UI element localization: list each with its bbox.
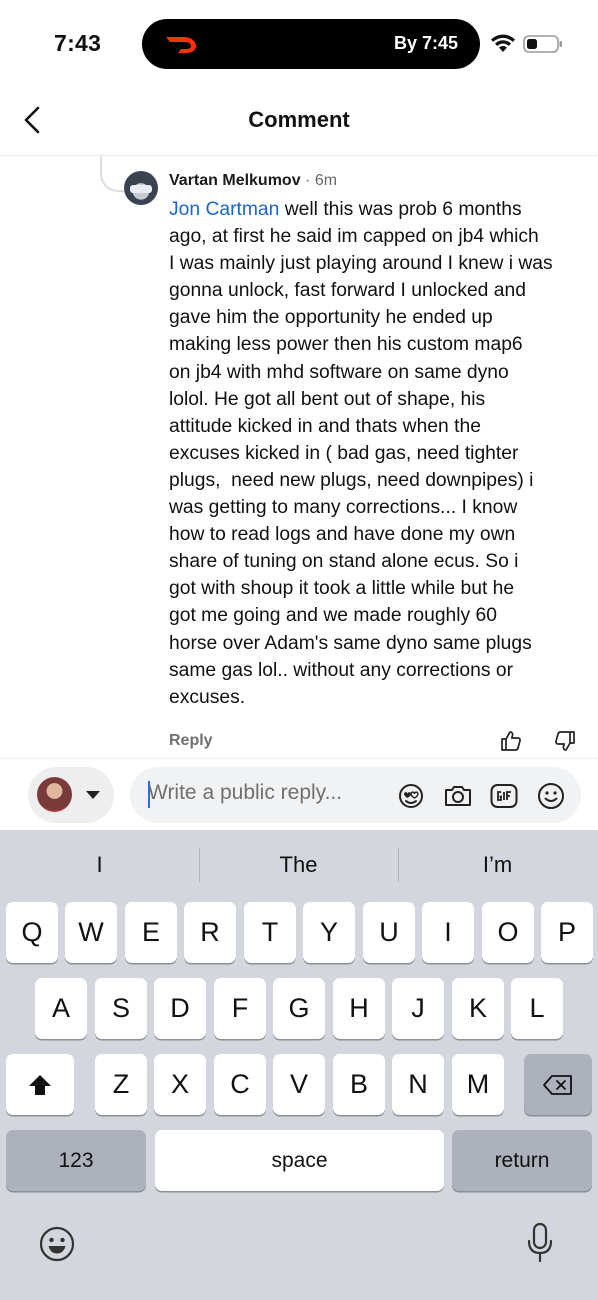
- comment-line: got me going and we made roughly 60: [169, 605, 497, 627]
- key[interactable]: Y: [303, 902, 355, 963]
- comment-line: got with shoup it took a little while bu…: [169, 578, 515, 600]
- return-key[interactable]: return: [452, 1130, 592, 1191]
- keyboard: I The I’m Q W E R T Y U I O P A S D F G …: [0, 830, 598, 1300]
- reply-placeholder: Write a public reply...: [148, 781, 343, 804]
- reply-input[interactable]: Write a public reply...: [130, 767, 581, 823]
- delete-key[interactable]: [524, 1054, 592, 1115]
- avatar: [37, 777, 72, 812]
- comment-line: share of tuning on stand alone ecus. So …: [169, 551, 519, 573]
- author-name[interactable]: Vartan Melkumov: [169, 172, 301, 189]
- comment-text: Jon Cartman well this was prob 6 months …: [169, 196, 579, 711]
- comment-line: horse over Adam's same dyno same plugs: [169, 632, 532, 654]
- comment-line: same gas lol.. without any corrections o…: [169, 659, 514, 681]
- comment-line: was getting to many corrections... I kno…: [169, 497, 518, 519]
- key[interactable]: D: [154, 978, 206, 1039]
- comment-line: gave him the opportunity he ended up: [169, 307, 493, 329]
- reply-composer: Write a public reply...: [0, 758, 598, 830]
- comment-line: ago, at first he said im capped on jb4 w…: [169, 226, 539, 248]
- suggestion-item[interactable]: I: [0, 852, 199, 878]
- key[interactable]: S: [95, 978, 147, 1039]
- suggestion-item[interactable]: I’m: [398, 852, 597, 878]
- avatar-sticker-icon[interactable]: [396, 781, 426, 811]
- key[interactable]: V: [273, 1054, 325, 1115]
- key[interactable]: C: [214, 1054, 266, 1115]
- comment-line: Jon Cartman well this was prob 6 months: [169, 199, 522, 220]
- battery-icon: [523, 35, 562, 53]
- key[interactable]: U: [363, 902, 415, 963]
- delivery-eta: By 7:45: [393, 33, 458, 53]
- comment-line: excuses.: [169, 686, 246, 708]
- comment-line: how to read logs and have done my own: [169, 524, 516, 546]
- predictive-bar: I The I’m: [0, 830, 598, 898]
- comment-line: lolol. He got all bent out of shape, his: [169, 388, 486, 410]
- comment-line: making less power then his custom map6: [169, 334, 523, 356]
- key[interactable]: I: [422, 902, 474, 963]
- key[interactable]: L: [511, 978, 563, 1039]
- numbers-key[interactable]: 123: [6, 1130, 146, 1191]
- doordash-logo-icon: [166, 37, 196, 53]
- key[interactable]: X: [154, 1054, 206, 1115]
- key[interactable]: H: [333, 978, 385, 1039]
- key[interactable]: R: [184, 902, 236, 963]
- key[interactable]: P: [541, 902, 593, 963]
- comment-line: gonna unlock, fast forward I unlocked an…: [169, 280, 526, 302]
- comment-timestamp: · 6m: [300, 172, 338, 189]
- key[interactable]: Z: [95, 1054, 147, 1115]
- avatar[interactable]: [124, 171, 158, 205]
- reply-button[interactable]: Reply: [169, 732, 213, 750]
- profile-switcher-button[interactable]: [28, 767, 114, 823]
- camera-icon[interactable]: [443, 781, 473, 811]
- comment-line: attitude kicked in and thats when the: [169, 415, 481, 437]
- emoji-keyboard-icon[interactable]: [38, 1225, 76, 1263]
- key[interactable]: G: [273, 978, 325, 1039]
- key[interactable]: W: [65, 902, 117, 963]
- text-cursor: [148, 781, 150, 808]
- key[interactable]: K: [452, 978, 504, 1039]
- key[interactable]: N: [392, 1054, 444, 1115]
- shift-key[interactable]: [6, 1054, 74, 1115]
- comment-line: I was mainly just playing around I knew …: [169, 253, 553, 275]
- key[interactable]: J: [392, 978, 444, 1039]
- navigation-bar: Comment: [0, 90, 598, 156]
- gif-icon[interactable]: [489, 781, 519, 811]
- key[interactable]: E: [125, 902, 177, 963]
- backspace-icon: [543, 1074, 572, 1095]
- key[interactable]: O: [482, 902, 534, 963]
- comment-header: Vartan Melkumov · 6m: [169, 172, 337, 190]
- thumbs-down-icon[interactable]: [553, 729, 577, 753]
- suggestion-item[interactable]: The: [199, 852, 398, 878]
- key[interactable]: F: [214, 978, 266, 1039]
- caret-down-icon: [86, 791, 100, 799]
- space-key[interactable]: space: [155, 1130, 444, 1191]
- dynamic-island[interactable]: By 7:45: [142, 19, 480, 69]
- thread-connector-line: [100, 156, 124, 192]
- comment-line: on jb4 with mhd software on same dyno: [169, 361, 509, 383]
- comment-line: excuses kicked in ( bad gas, need tighte…: [169, 442, 519, 464]
- comment-line: plugs, need new plugs, need downpipes) i: [169, 469, 534, 491]
- page-title: Comment: [248, 107, 350, 132]
- key[interactable]: A: [35, 978, 87, 1039]
- key[interactable]: B: [333, 1054, 385, 1115]
- thumbs-up-icon[interactable]: [499, 729, 523, 753]
- key[interactable]: Q: [6, 902, 58, 963]
- emoji-icon[interactable]: [536, 781, 566, 811]
- key[interactable]: T: [244, 902, 296, 963]
- mention-link[interactable]: Jon Cartman: [169, 199, 279, 220]
- status-bar: 7:43 By 7:45: [0, 0, 598, 90]
- shift-arrow-icon: [29, 1074, 51, 1095]
- key[interactable]: M: [452, 1054, 504, 1115]
- microphone-icon[interactable]: [526, 1222, 554, 1264]
- status-time: 7:43: [54, 30, 102, 56]
- wifi-icon: [491, 34, 515, 52]
